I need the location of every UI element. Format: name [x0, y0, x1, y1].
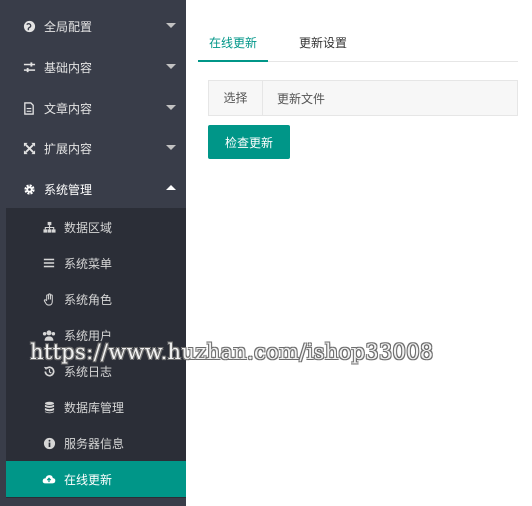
sidebar-subitem-online-update[interactable]: 在线更新: [6, 461, 186, 497]
file-upload-row: 选择 更新文件: [208, 80, 518, 116]
sidebar-subitem-label: 系统角色: [64, 292, 113, 307]
file-name-label: 更新文件: [277, 91, 326, 106]
sidebar-item-label: 基础内容: [44, 60, 93, 75]
tab-update-settings[interactable]: 更新设置: [288, 26, 358, 62]
sidebar-subitem-label: 系统用户: [64, 328, 113, 343]
check-update-button[interactable]: 检查更新: [208, 125, 290, 159]
database-icon: [42, 400, 56, 414]
document-icon: [22, 101, 36, 115]
sidebar-subitem-system-menu[interactable]: 系统菜单: [6, 245, 186, 281]
sidebar-item-label: 系统管理: [44, 182, 93, 197]
menu-icon: [42, 256, 56, 270]
sitemap-icon: [42, 220, 56, 234]
chevron-down-icon: [166, 145, 176, 150]
sidebar-subitem-label: 服务器信息: [64, 436, 125, 451]
expand-icon: [22, 141, 36, 155]
hand-icon: [42, 292, 56, 306]
gear-icon: [22, 182, 36, 196]
sidebar-subitem-data-region[interactable]: 数据区域: [6, 209, 186, 245]
sidebar: 全局配置 基础内容 文章内容 扩展内容 系统管理 数据区域 系统菜单 系统角色 …: [0, 0, 186, 506]
sidebar-item-label: 全局配置: [44, 19, 93, 34]
main-content: 在线更新 更新设置 选择 更新文件 检查更新: [186, 0, 532, 506]
sidebar-item-global-config[interactable]: 全局配置: [0, 6, 186, 46]
info-icon: [42, 436, 56, 450]
sliders-icon: [22, 60, 36, 74]
sidebar-item-basic-content[interactable]: 基础内容: [0, 47, 186, 87]
sidebar-subitem-label: 数据区域: [64, 220, 113, 235]
chevron-down-icon: [166, 105, 176, 110]
history-icon: [42, 364, 56, 378]
sidebar-item-label: 扩展内容: [44, 141, 93, 156]
sidebar-subitem-system-user[interactable]: 系统用户: [6, 317, 186, 353]
sidebar-item-label: 文章内容: [44, 101, 93, 116]
sidebar-subitem-label: 数据库管理: [64, 400, 125, 415]
chevron-down-icon: [166, 23, 176, 28]
tab-online-update[interactable]: 在线更新: [198, 26, 268, 62]
sidebar-subitem-system-log[interactable]: 系统日志: [6, 353, 186, 389]
globe-icon: [22, 19, 36, 33]
sidebar-subitem-label: 系统菜单: [64, 256, 113, 271]
sidebar-subitem-system-role[interactable]: 系统角色: [6, 281, 186, 317]
chevron-up-icon: [166, 185, 176, 190]
chevron-down-icon: [166, 64, 176, 69]
users-icon: [42, 328, 56, 342]
sidebar-item-system-management[interactable]: 系统管理: [0, 169, 186, 209]
choose-file-button[interactable]: 选择: [209, 81, 263, 115]
sidebar-subitem-database-management[interactable]: 数据库管理: [6, 389, 186, 425]
cloud-upload-icon: [42, 472, 56, 486]
sidebar-item-article-content[interactable]: 文章内容: [0, 88, 186, 128]
sidebar-subitem-label: 在线更新: [64, 472, 113, 487]
sidebar-item-extended-content[interactable]: 扩展内容: [0, 128, 186, 168]
sidebar-subitem-label: 系统日志: [64, 364, 113, 379]
sidebar-subitem-server-info[interactable]: 服务器信息: [6, 425, 186, 461]
tab-bar: 在线更新 更新设置: [198, 26, 518, 62]
